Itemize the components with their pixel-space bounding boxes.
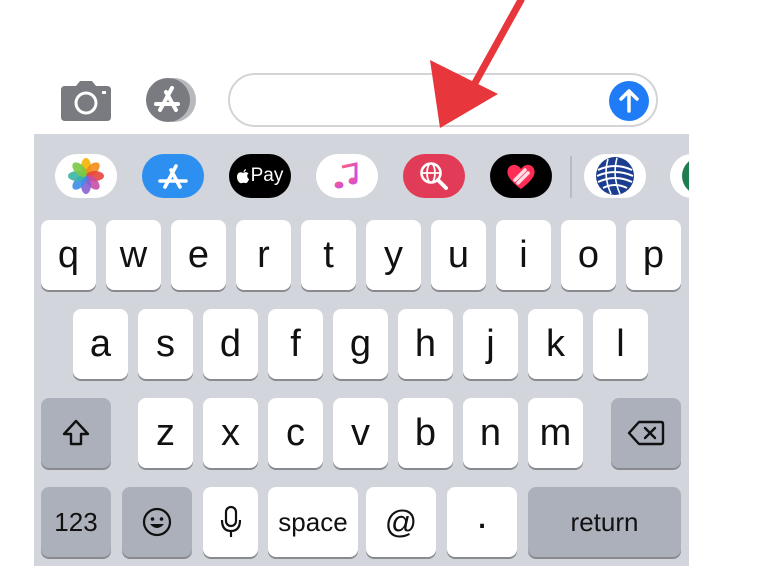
space-key[interactable]: space [268,487,358,557]
key-label: return [570,507,639,537]
key-a[interactable]: a [73,309,128,379]
key-y[interactable]: y [366,220,421,290]
app-store-drawer-icon[interactable] [142,154,204,198]
key-q[interactable]: q [41,220,96,290]
key-b[interactable]: b [398,398,453,468]
key-i[interactable]: i [496,220,551,290]
key-label: z [156,412,175,454]
key-label: p [642,234,665,276]
period-key[interactable]: . [447,487,517,557]
key-label: r [257,234,270,276]
key-label: w [119,234,148,276]
key-label: o [577,234,600,276]
key-label: m [539,412,572,454]
key-label: l [616,323,625,365]
key-j[interactable]: j [463,309,518,379]
at-key[interactable]: @ [366,487,436,557]
key-label: i [519,234,528,276]
dictation-key[interactable] [203,487,258,557]
delete-icon [627,420,665,446]
key-label: . [476,493,488,537]
key-label: v [351,412,370,454]
key-g[interactable]: g [333,309,388,379]
apple-pay-label: Pay [250,165,284,186]
key-label: n [479,412,502,454]
shift-icon [62,419,90,446]
key-l[interactable]: l [593,309,648,379]
emoji-icon [142,507,172,537]
key-label: a [89,323,112,365]
key-label: b [414,412,437,454]
photos-icon[interactable] [55,154,117,198]
key-label: @ [384,504,418,540]
key-label: h [414,323,437,365]
key-o[interactable]: o [561,220,616,290]
key-s[interactable]: s [138,309,193,379]
apple-pay-icon[interactable]: Pay [229,154,291,198]
key-c[interactable]: c [268,398,323,468]
key-n[interactable]: n [463,398,518,468]
key-label: f [290,323,301,365]
delete-key[interactable] [611,398,681,468]
key-label: y [384,234,403,276]
key-label: k [546,323,565,365]
key-m[interactable]: m [528,398,583,468]
key-label: j [486,323,495,365]
key-label: q [57,234,80,276]
shift-key[interactable] [41,398,111,468]
united-globe-icon[interactable] [584,154,646,198]
app-drawer: Pay [34,134,689,218]
key-e[interactable]: e [171,220,226,290]
drawer-divider [570,156,572,198]
key-label: g [349,323,372,365]
emoji-key[interactable] [122,487,192,557]
key-label: u [447,234,470,276]
key-r[interactable]: r [236,220,291,290]
key-label: e [187,234,210,276]
numbers-key[interactable]: 123 [41,487,111,557]
heart-icon[interactable] [490,154,552,198]
key-w[interactable]: w [106,220,161,290]
key-u[interactable]: u [431,220,486,290]
key-f[interactable]: f [268,309,323,379]
key-label: t [323,234,334,276]
key-label: c [286,412,305,454]
key-p[interactable]: p [626,220,681,290]
key-label: d [219,323,242,365]
key-x[interactable]: x [203,398,258,468]
green-app-icon[interactable] [670,154,689,198]
key-v[interactable]: v [333,398,388,468]
key-t[interactable]: t [301,220,356,290]
key-label: space [278,507,348,537]
key-label: s [156,323,175,365]
microphone-icon [220,505,241,537]
globe-search-icon[interactable] [403,154,465,198]
return-key[interactable]: return [528,487,681,557]
key-label: x [221,412,240,454]
music-note-icon[interactable] [316,154,378,198]
key-label: 123 [54,507,98,537]
key-d[interactable]: d [203,309,258,379]
keyboard: Pay q w e r t y u i o p a s d f g h j k … [34,134,689,566]
key-h[interactable]: h [398,309,453,379]
key-z[interactable]: z [138,398,193,468]
key-k[interactable]: k [528,309,583,379]
